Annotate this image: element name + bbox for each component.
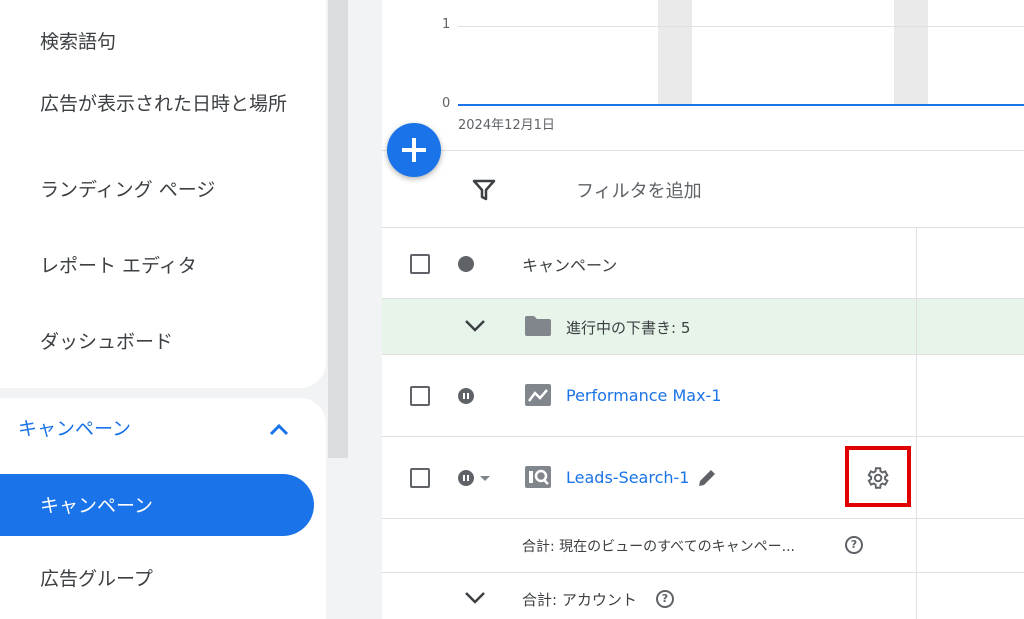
column-divider [916, 228, 917, 298]
column-divider [916, 299, 917, 354]
help-icon[interactable]: ? [656, 590, 674, 608]
column-divider [916, 519, 917, 572]
campaign-link[interactable]: Performance Max-1 [566, 386, 722, 405]
sidebar-scrollbar-thumb[interactable] [328, 0, 348, 458]
y-tick-label: 1 [442, 17, 451, 32]
pencil-icon[interactable] [696, 467, 718, 489]
select-all-checkbox[interactable] [410, 254, 430, 274]
filter-icon[interactable] [472, 179, 496, 201]
table-header-row: キャンペーン [382, 228, 1024, 299]
chart-band [894, 0, 928, 105]
add-filter-input[interactable]: フィルタを追加 [576, 177, 702, 203]
paused-status-icon[interactable] [458, 388, 474, 404]
sidebar-item-report-editor[interactable]: レポート エディタ [40, 252, 197, 280]
table-row: Leads-Search-1 [382, 437, 1024, 519]
table-row: Performance Max-1 [382, 355, 1024, 437]
total-view-row: 合計: 現在のビューのすべてのキャンペー... ? [382, 519, 1024, 573]
y-tick-label: 0 [442, 96, 451, 111]
performance-max-icon [525, 384, 551, 406]
paused-status-icon[interactable] [458, 470, 474, 486]
campaign-link[interactable]: Leads-Search-1 [566, 468, 689, 487]
total-view-label: 合計: 現在のビューのすべてのキャンペー... [522, 539, 795, 555]
search-campaign-icon [525, 466, 551, 488]
sidebar-item-search-terms[interactable]: 検索語句 [40, 28, 116, 56]
help-icon[interactable]: ? [845, 536, 863, 554]
row-checkbox[interactable] [410, 386, 430, 406]
sidebar-item-dashboard[interactable]: ダッシュボード [40, 328, 173, 356]
chart-gridline [458, 26, 1024, 27]
sidebar-item-ad-groups[interactable]: 広告グループ [40, 565, 153, 593]
x-tick-label: 2024年12月1日 [458, 118, 555, 133]
column-divider [916, 573, 917, 619]
campaign-column-header[interactable]: キャンペーン [522, 252, 617, 276]
sidebar-reports-panel: 検索語句 広告が表示された日時と場所 ランディング ページ レポート エディタ … [0, 0, 326, 388]
column-divider [916, 355, 917, 436]
settings-highlight-box [845, 446, 911, 507]
status-column-icon[interactable] [458, 256, 474, 272]
draft-group-label: 進行中の下書き: 5 [566, 319, 691, 337]
sidebar-item-campaigns-active[interactable]: キャンペーン [0, 474, 314, 536]
sidebar-item-when-where[interactable]: 広告が表示された日時と場所 [40, 90, 290, 118]
performance-chart: 1 0 2024年12月1日 [382, 0, 1024, 150]
chevron-down-icon[interactable] [464, 591, 486, 605]
sidebar-section-campaigns[interactable]: キャンペーン [18, 414, 131, 441]
total-account-row: 合計: アカウント ? [382, 573, 1024, 619]
folder-icon [525, 316, 551, 336]
filter-bar[interactable]: フィルタを追加 [382, 150, 1024, 228]
status-dropdown-icon[interactable] [480, 476, 490, 481]
chevron-down-icon[interactable] [464, 319, 486, 333]
sidebar-item-label: キャンペーン [40, 495, 154, 517]
column-divider [916, 437, 917, 518]
draft-group-row[interactable]: 進行中の下書き: 5 [382, 299, 1024, 355]
add-campaign-button[interactable] [387, 123, 441, 177]
total-account-label: 合計: アカウント [522, 591, 637, 609]
sidebar-item-landing-pages[interactable]: ランディング ページ [40, 176, 215, 204]
chevron-up-icon[interactable] [266, 420, 292, 440]
chart-series-line [458, 104, 1024, 106]
chart-band [658, 0, 692, 105]
row-checkbox[interactable] [410, 468, 430, 488]
